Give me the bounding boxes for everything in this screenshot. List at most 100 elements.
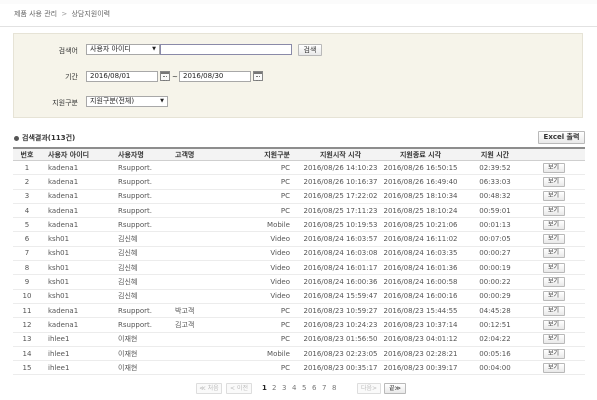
view-button[interactable]: 보기 [542,205,565,216]
cell-duration: 06:33:03 [479,177,511,186]
cell-end-time: 2016/08/24 16:00:16 [383,292,458,301]
cell-user-name: 김신혜 [118,278,138,287]
cell-end-time: 2016/08/26 16:50:15 [383,163,458,172]
view-button[interactable]: 보기 [542,362,565,373]
chevron-down-icon: ▼ [152,46,156,52]
cell-user-name: 이재현 [118,363,138,372]
calendar-icon[interactable] [253,71,263,81]
view-button[interactable]: 보기 [542,262,565,273]
cell-support-type: Video [270,292,290,301]
support-type-value: 지원구분(전체) [90,97,135,105]
pagination-next-button[interactable]: 다음> [357,383,381,394]
table-row: 13 ihlee1 이재현 PC 2016/08/23 01:56:50 2016/08/… [13,333,585,347]
page-link-8[interactable]: 8 [332,384,336,392]
view-button[interactable]: 보기 [542,248,565,259]
cell-action: 보기 [522,204,585,217]
top-strip [0,0,597,4]
table-row: 5 kadena1 Rsupport. Mobile 2016/08/25 10:19:… [13,218,585,233]
history-table: 번호 사용자 아이디 사용자명 고객명 지원구분 지원시작 시각 지원종료 시각… [13,147,585,376]
view-button[interactable]: 보기 [542,191,565,202]
cell-support-type: PC [280,177,290,186]
cell-no: 9 [24,278,30,287]
cell-no: 14 [22,349,32,358]
cell-start-time: 2016/08/24 16:00:36 [303,278,378,287]
cell-user-id: ihlee1 [48,363,70,372]
cell-user-id: kadena1 [48,206,79,215]
cell-user-name: Rsupport. [118,163,152,172]
cell-start-time: 2016/08/26 14:10:23 [303,163,378,172]
view-button[interactable]: 보기 [542,305,565,316]
cell-customer: 박고객 [175,306,195,315]
view-button[interactable]: 보기 [542,334,565,345]
cell-start-time: 2016/08/23 00:35:17 [303,363,378,372]
search-button[interactable]: 검색 [298,44,322,56]
breadcrumb-divider [0,26,597,27]
table-body: 1 kadena1 Rsupport. PC 2016/08/26 14:10:23 20… [13,161,585,376]
cell-end-time: 2016/08/23 00:39:17 [383,363,458,372]
cell-user-name: Rsupport. [118,206,152,215]
page-link-2[interactable]: 2 [272,384,276,392]
cell-action: 보기 [522,361,585,374]
view-button[interactable]: 보기 [542,234,565,245]
support-type-select[interactable]: 지원구분(전체) ▼ [86,96,168,107]
cell-end-time: 2016/08/24 16:03:35 [383,249,458,258]
cell-customer [162,361,224,374]
cell-user-id: kadena1 [48,320,79,329]
cell-support-type: PC [280,163,290,172]
cell-support-type: Video [270,249,290,258]
excel-export-button[interactable]: Excel 출력 [538,131,585,144]
cell-customer [162,190,224,203]
pagination-first-button[interactable]: ≪ 처음 [196,383,222,394]
result-title: 검색결과(113건) [14,133,75,143]
cell-duration: 00:00:22 [479,278,511,287]
view-button[interactable]: 보기 [542,176,565,187]
table-row: 11 kadena1 Rsupport. 박고객 PC 2016/08/23 10:59:… [13,304,585,319]
table-row: 10 ksh01 김신혜 Video 2016/08/24 15:59:47 2016/0… [13,290,585,304]
cell-user-id: kadena1 [48,306,79,315]
view-button[interactable]: 보기 [542,277,565,288]
pagination-prev-button[interactable]: < 이전 [226,383,252,394]
page-link-1[interactable]: 1 [262,384,267,392]
breadcrumb-section[interactable]: 제품 사용 관리 [14,10,57,18]
page-link-3[interactable]: 3 [282,384,286,392]
cell-start-time: 2016/08/25 17:11:23 [303,206,378,215]
page-link-7[interactable]: 7 [322,384,326,392]
cell-duration: 04:45:28 [479,306,511,315]
view-button[interactable]: 보기 [542,162,565,173]
cell-no: 11 [22,306,32,315]
table-row: 3 kadena1 Rsupport. PC 2016/08/25 17:22:02 20… [13,190,585,204]
cell-customer [162,204,224,217]
date-to-input[interactable]: 2016/08/30 [179,71,251,82]
cell-support-type: Video [270,278,290,287]
keyword-input[interactable] [160,44,292,55]
pagination-last-button[interactable]: 끝≫ [384,383,406,394]
view-button[interactable]: 보기 [542,348,565,359]
keyword-type-select[interactable]: 사용자 아이디 ▼ [86,44,160,55]
cell-customer [162,261,224,274]
cell-customer: 김고객 [175,320,195,329]
cell-support-type: PC [280,320,290,329]
cell-customer [162,333,224,346]
cell-user-id: kadena1 [48,177,79,186]
cell-no: 8 [24,263,30,272]
cell-end-time: 2016/08/25 18:10:34 [383,192,458,201]
cell-action: 보기 [522,304,585,317]
page-link-6[interactable]: 6 [312,384,316,392]
view-button[interactable]: 보기 [542,291,565,302]
col-header-support-type: 지원구분 [264,150,290,159]
cell-end-time: 2016/08/24 16:01:36 [383,263,458,272]
cell-action: 보기 [522,290,585,303]
view-button[interactable]: 보기 [542,319,565,330]
col-header-customer: 고객명 [175,150,195,159]
page-link-4[interactable]: 4 [292,384,296,392]
cell-action: 보기 [522,232,585,245]
breadcrumb-page: 상담지원이력 [71,10,111,18]
page-link-5[interactable]: 5 [302,384,306,392]
date-from-input[interactable]: 2016/08/01 [86,71,158,82]
view-button[interactable]: 보기 [542,219,565,230]
cell-action: 보기 [522,218,585,231]
cell-user-name: Rsupport. [118,177,152,186]
table-row: 8 ksh01 김신혜 Video 2016/08/24 16:01:17 2016/08… [13,261,585,276]
cell-start-time: 2016/08/25 10:19:53 [303,220,378,229]
calendar-icon[interactable] [160,71,170,81]
